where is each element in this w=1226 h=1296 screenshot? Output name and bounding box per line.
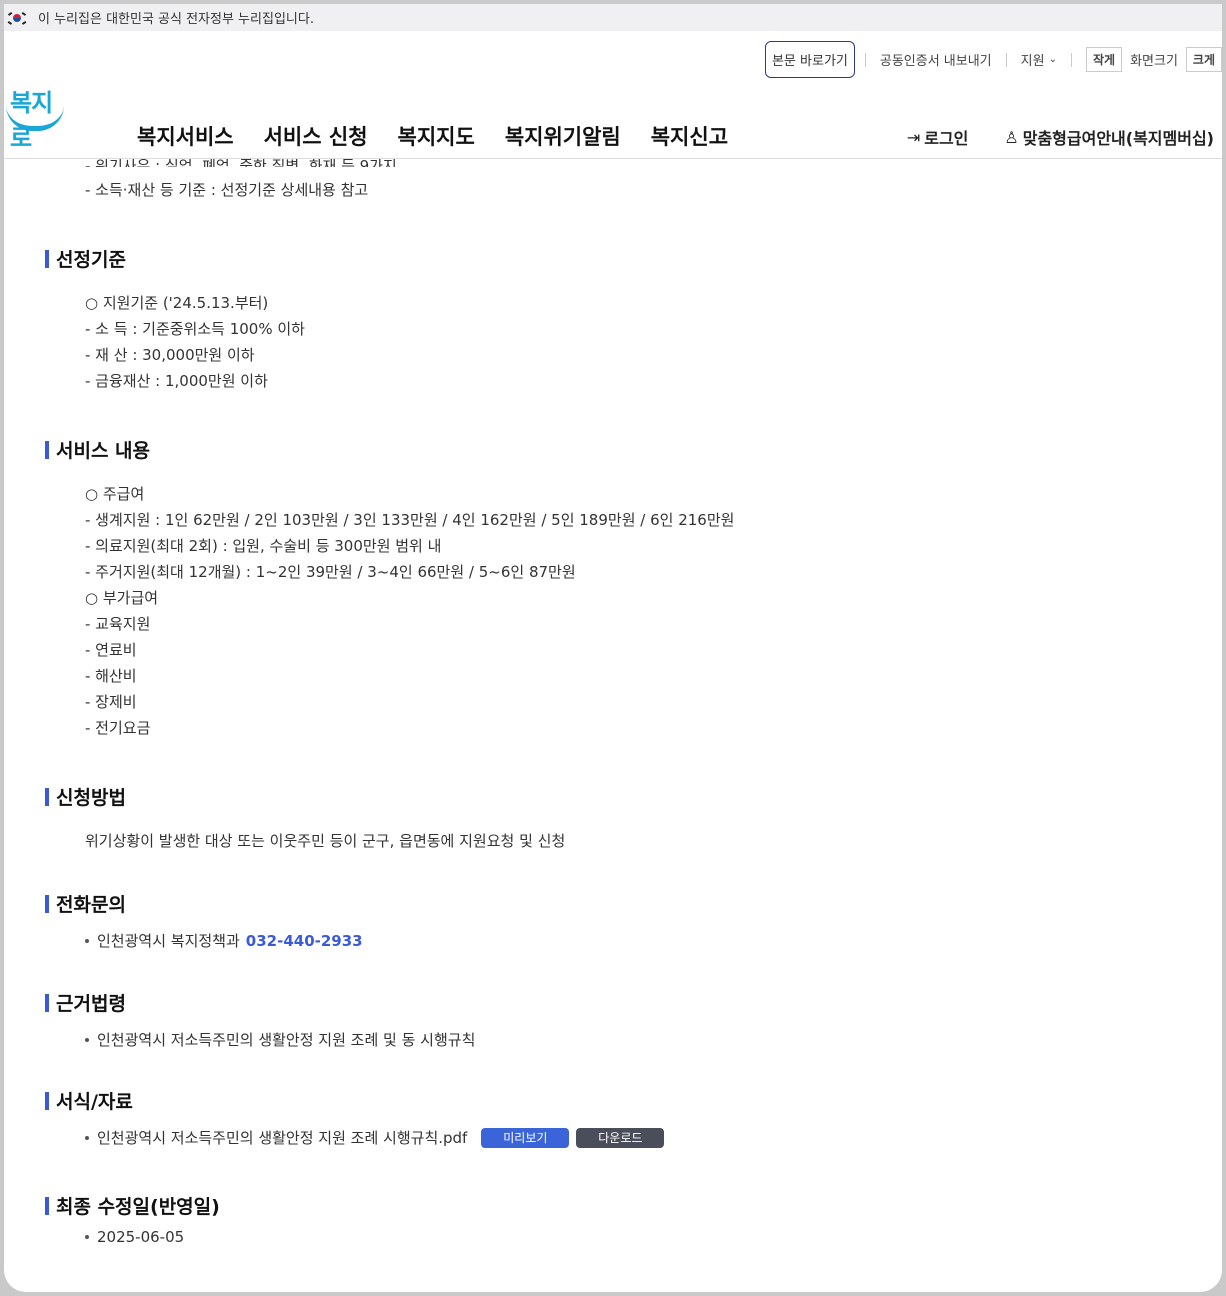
text-line: ○ 지원기준 ('24.5.13.부터) bbox=[85, 294, 269, 312]
text-line: - 연료비 bbox=[85, 641, 137, 659]
bullet-dot bbox=[85, 938, 89, 943]
nav-welfare-report[interactable]: 복지신고 bbox=[651, 121, 728, 151]
section-title-service: 서비스 내용 bbox=[45, 436, 150, 463]
text-line: - 소 득 : 기준중위소득 100% 이하 bbox=[85, 320, 305, 338]
law-text: 인천광역시 저소득주민의 생활안정 지원 조례 및 동 시행규칙 bbox=[97, 1031, 476, 1049]
partial-text-line: - 위기사유 : 실업, 폐업, 중한 질병, 화재 등 9가지 bbox=[85, 159, 397, 167]
support-dropdown[interactable]: 지원 ⌄ bbox=[1021, 50, 1057, 69]
text-line: - 의료지원(최대 2회) : 입원, 수술비 등 300만원 범위 내 bbox=[85, 537, 442, 555]
text-line: - 소득·재산 등 기준 : 선정기준 상세내용 참고 bbox=[85, 181, 369, 199]
browser-frame: 이 누리집은 대한민국 공식 전자정부 누리집입니다. 본문 바로가기 공동인증… bbox=[4, 4, 1222, 1292]
updated-date: 2025-06-05 bbox=[97, 1228, 185, 1246]
membership-link[interactable]: ♙ 맞춤형급여안내(복지멤버십) bbox=[1004, 125, 1214, 149]
phone-org: 인천광역시 복지정책과 bbox=[97, 932, 240, 950]
text-line: - 금융재산 : 1,000만원 이하 bbox=[85, 372, 268, 390]
user-plus-icon: ♙ bbox=[1004, 127, 1019, 147]
download-button[interactable]: 다운로드 bbox=[576, 1127, 665, 1148]
file-name: 인천광역시 저소득주민의 생활안정 지원 조례 시행규칙.pdf bbox=[97, 1129, 468, 1147]
nav-welfare-services[interactable]: 복지서비스 bbox=[137, 121, 234, 151]
site-logo[interactable]: 복지로 bbox=[6, 79, 66, 152]
site-header: 본문 바로가기 공동인증서 내보내기 지원 ⌄ 작게 화면크기 크게 복지로 복… bbox=[4, 31, 1222, 159]
phone-item: 인천광역시 복지정책과 032-440-2933 bbox=[85, 930, 363, 951]
section-title-updated: 최종 수정일(반영일) bbox=[45, 1192, 220, 1219]
text-line: - 주거지원(최대 12개월) : 1~2인 39만원 / 3~4인 66만원 … bbox=[85, 563, 576, 581]
membership-label: 맞춤형급여안내(복지멤버십) bbox=[1022, 129, 1214, 148]
text-line: 위기상황이 발생한 대상 또는 이웃주민 등이 군구, 읍면동에 지원요청 및 … bbox=[85, 832, 566, 850]
support-label: 지원 bbox=[1020, 54, 1045, 69]
section-title-law: 근거법령 bbox=[45, 989, 126, 1016]
text-line: - 장제비 bbox=[85, 693, 137, 711]
gov-banner-text: 이 누리집은 대한민국 공식 전자정부 누리집입니다. bbox=[38, 12, 314, 27]
updated-item: 2025-06-05 bbox=[85, 1228, 184, 1246]
divider bbox=[1070, 52, 1072, 67]
divider bbox=[864, 52, 866, 67]
gov-banner: 이 누리집은 대한민국 공식 전자정부 누리집입니다. bbox=[4, 4, 1222, 31]
phone-number-link[interactable]: 032-440-2933 bbox=[246, 932, 363, 950]
text-line: - 생계지원 : 1인 62만원 / 2인 103만원 / 3인 133만원 /… bbox=[85, 511, 735, 529]
nav-welfare-map[interactable]: 복지지도 bbox=[398, 121, 475, 151]
law-item: 인천광역시 저소득주민의 생활안정 지원 조례 및 동 시행규칙 bbox=[85, 1029, 475, 1050]
text-line: ○ 주급여 bbox=[85, 485, 145, 503]
bullet-dot bbox=[85, 1037, 89, 1042]
main-nav: 복지서비스 서비스 신청 복지지도 복지위기알림 복지신고 bbox=[137, 121, 728, 151]
screen-size-label: 화면크기 bbox=[1130, 54, 1178, 69]
text-line: - 해산비 bbox=[85, 667, 137, 685]
skip-to-content-button[interactable]: 본문 바로가기 bbox=[764, 41, 855, 78]
chevron-down-icon: ⌄ bbox=[1048, 54, 1057, 65]
text-line: - 교육지원 bbox=[85, 615, 151, 633]
section-title-criteria: 선정기준 bbox=[45, 245, 126, 272]
login-icon: ⇥ bbox=[906, 127, 921, 147]
bullet-dot bbox=[85, 1135, 89, 1140]
bullet-dot bbox=[85, 1235, 89, 1239]
text-line: - 재 산 : 30,000만원 이하 bbox=[85, 346, 255, 364]
preview-button[interactable]: 미리보기 bbox=[481, 1127, 570, 1148]
cert-export-link[interactable]: 공동인증서 내보내기 bbox=[880, 50, 992, 69]
font-small-button[interactable]: 작게 bbox=[1085, 47, 1123, 72]
section-title-forms: 서식/자료 bbox=[45, 1087, 133, 1114]
section-title-apply: 신청방법 bbox=[45, 783, 126, 810]
utility-bar: 본문 바로가기 공동인증서 내보내기 지원 ⌄ 작게 화면크기 크게 bbox=[764, 41, 1222, 78]
login-link[interactable]: ⇥ 로그인 bbox=[907, 125, 969, 149]
login-label: 로그인 bbox=[924, 129, 969, 148]
file-item: 인천광역시 저소득주민의 생활안정 지원 조례 시행규칙.pdf 미리보기 다운… bbox=[85, 1127, 665, 1148]
divider bbox=[1005, 52, 1007, 67]
nav-service-apply[interactable]: 서비스 신청 bbox=[264, 121, 368, 151]
text-line: - 전기요금 bbox=[85, 719, 151, 737]
section-title-phone: 전화문의 bbox=[45, 890, 126, 917]
nav-crisis-alert[interactable]: 복지위기알림 bbox=[505, 121, 621, 151]
account-nav: ⇥ 로그인 ♙ 맞춤형급여안내(복지멤버십) bbox=[871, 125, 1214, 149]
font-large-button[interactable]: 크게 bbox=[1185, 47, 1222, 72]
korea-flag-icon bbox=[7, 11, 27, 25]
text-line: ○ 부가급여 bbox=[85, 589, 159, 607]
